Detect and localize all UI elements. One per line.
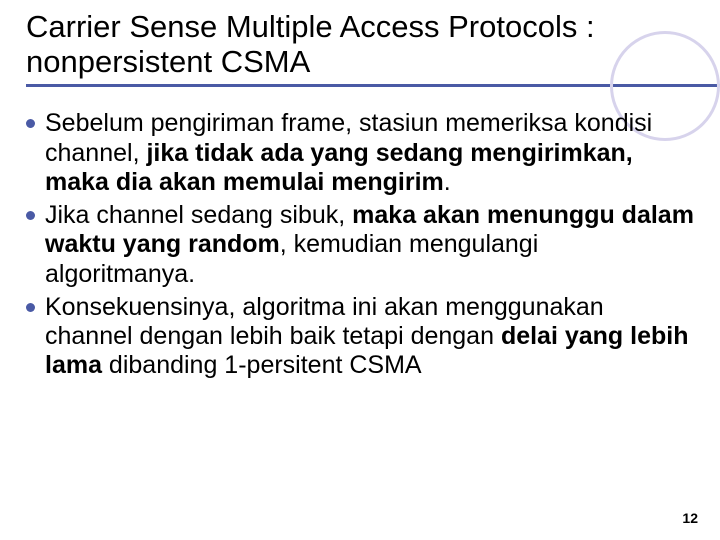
bullet-text: Konsekuensinya, algoritma ini akan mengg… [45, 293, 694, 381]
text-segment: dibanding 1-persitent CSMA [102, 351, 422, 379]
bullet-text: Jika channel sedang sibuk, maka akan men… [45, 201, 694, 289]
bullet-text: Sebelum pengiriman frame, stasiun memeri… [45, 109, 694, 197]
bullet-item: Jika channel sedang sibuk, maka akan men… [26, 201, 694, 289]
bullet-item: Konsekuensinya, algoritma ini akan mengg… [26, 293, 694, 381]
slide: Carrier Sense Multiple Access Protocols … [0, 0, 720, 540]
bullet-icon [26, 211, 35, 220]
text-segment: Jika channel sedang sibuk, [45, 201, 352, 229]
bullet-item: Sebelum pengiriman frame, stasiun memeri… [26, 109, 694, 197]
page-number: 12 [682, 510, 698, 526]
title-block: Carrier Sense Multiple Access Protocols … [26, 10, 694, 87]
slide-title: Carrier Sense Multiple Access Protocols … [26, 10, 694, 79]
bullet-icon [26, 119, 35, 128]
text-segment: . [444, 168, 451, 196]
bullet-icon [26, 303, 35, 312]
slide-body: Sebelum pengiriman frame, stasiun memeri… [26, 109, 694, 380]
